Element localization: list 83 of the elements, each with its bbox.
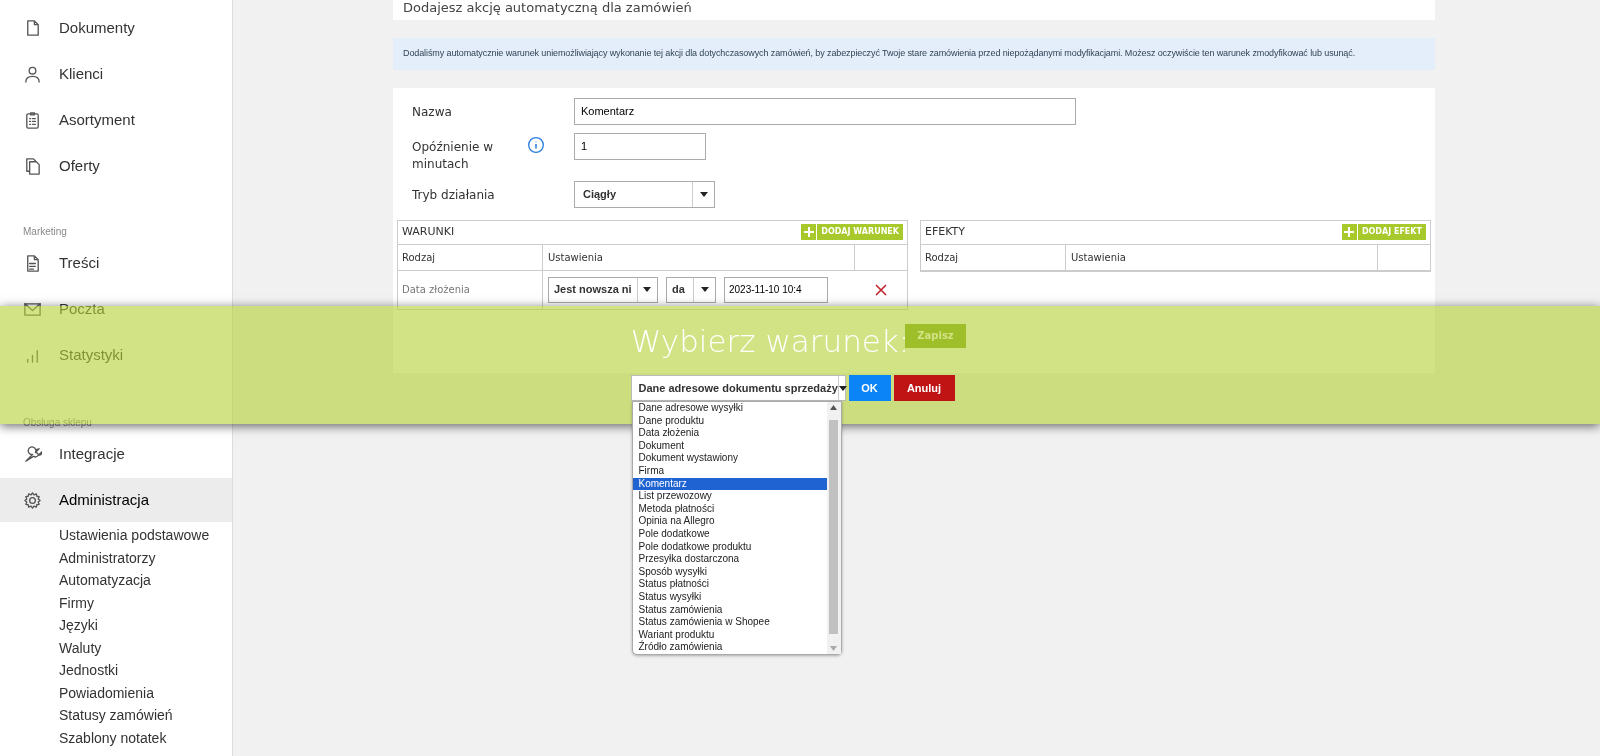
dropdown-option[interactable]: Firma — [632, 464, 827, 478]
submenu-item[interactable]: Automatyzacja — [0, 569, 232, 592]
column-header: Ustawienia — [1071, 250, 1126, 265]
column-header: Rodzaj — [402, 250, 436, 265]
dropdown-option[interactable]: Źródło zamówienia — [632, 641, 827, 654]
dropdown-option[interactable]: Status zamówienia w Shopee — [632, 616, 827, 629]
panel-title: EFEKTY — [925, 223, 966, 240]
condition-select[interactable]: Dane adresowe dokumentu sprzedaży — [630, 375, 846, 401]
submenu-item[interactable]: Powiadomienia — [0, 681, 232, 704]
copies-icon — [23, 156, 42, 176]
column-header: Ustawienia — [548, 250, 603, 265]
dropdown-option[interactable]: List przewozowy — [632, 490, 827, 503]
date-field[interactable]: 2023-11-10 10:4 — [724, 276, 828, 303]
dropdown-option[interactable]: Status płatności — [632, 578, 827, 591]
dropdown-option[interactable]: Sposób wysyłki — [632, 565, 827, 579]
submenu-item[interactable]: Jednostki — [0, 659, 232, 682]
sidebar-item[interactable]: Administracja — [0, 478, 232, 522]
sidebar-item[interactable]: Treści — [0, 241, 232, 285]
scrollbar-thumb[interactable] — [829, 420, 838, 634]
submenu-item[interactable]: Firmy — [0, 591, 232, 614]
dropdown-option[interactable]: Status zamówienia — [632, 603, 827, 617]
sidebar-item[interactable]: Asortyment — [0, 98, 232, 142]
panel-title: WARUNKI — [402, 223, 455, 240]
dropdown-option[interactable]: Status wysyłki — [632, 590, 827, 604]
sidebar-label: Oferty — [59, 155, 100, 176]
dropdown-option[interactable]: Wariant produktu — [632, 628, 827, 642]
submenu-item[interactable]: Ustawienia podstawowe — [0, 524, 232, 547]
sidebar-label: Klienci — [59, 63, 104, 84]
input-field[interactable]: 1 — [574, 132, 706, 160]
submenu-item[interactable]: Statusy zamówień — [0, 704, 232, 727]
sidebar-label: Administracja — [59, 489, 150, 510]
info-icon[interactable] — [527, 135, 545, 154]
dropdown-option[interactable]: Pole dodatkowe produktu — [632, 540, 827, 554]
sidebar-label: Integracje — [59, 443, 125, 464]
plus-icon — [1344, 227, 1355, 237]
submenu-item[interactable]: Waluty — [0, 636, 232, 659]
dropdown-option[interactable]: Pole dodatkowe — [632, 527, 827, 541]
person-icon — [23, 64, 42, 84]
sidebar-item[interactable]: Klienci — [0, 52, 232, 96]
dropdown-option[interactable]: Przesyłka dostarczona — [632, 553, 827, 566]
sidebar-item[interactable]: Integracje — [0, 432, 232, 476]
cancel-button[interactable]: Anuluj — [893, 375, 955, 401]
unit-select[interactable]: da — [666, 276, 716, 303]
sidebar-label: Asortyment — [59, 109, 135, 130]
sidebar-label: Treści — [59, 252, 100, 273]
input-field[interactable]: Komentarz — [574, 97, 1076, 125]
clipboard-icon — [23, 110, 42, 130]
dropdown-option[interactable]: Komentarz — [632, 477, 827, 491]
scroll-up-icon[interactable] — [830, 405, 837, 410]
dropdown-option[interactable]: Metoda płatności — [632, 502, 827, 516]
field-label: Opóźnienie w minutach — [411, 138, 494, 173]
section-heading: Marketing — [22, 225, 68, 239]
caret-icon — [838, 385, 847, 391]
dropdown-option[interactable]: Dane produktu — [632, 414, 827, 428]
submenu-item[interactable]: Administratorzy — [0, 546, 232, 569]
select-field[interactable]: Ciągły — [574, 180, 715, 208]
dropdown-option[interactable]: Dane adresowe wysyłki — [632, 402, 827, 415]
dropdown-option[interactable]: Dokument wystawiony — [632, 452, 827, 465]
sidebar-label: Dokumenty — [59, 17, 135, 38]
column-header: Rodzaj — [925, 250, 959, 265]
scrollbar[interactable] — [826, 402, 841, 654]
caret-icon — [643, 287, 652, 292]
dropdown-option[interactable]: Opinia na Allegro — [632, 515, 827, 528]
field-label: Nazwa — [411, 103, 453, 121]
field-label: Tryb działania — [411, 186, 496, 204]
operator-select[interactable]: Jest nowsza ni — [548, 276, 658, 303]
info-notice: Dodaliśmy automatycznie warunek uniemożliwiający wykonanie tej akcji dla dotychczasowych zamówień, by zabezpieczyć Twoje stare zamówienia przed niepożądanymi modyfikacjami. Możesz oczywiście ten warunek zmodyfikować lub usunąć. — [393, 38, 1435, 70]
sidebar-label: Statystyki — [59, 344, 124, 365]
scroll-down-icon[interactable] — [830, 645, 837, 651]
submenu-item[interactable]: Szablony notatek — [0, 726, 232, 749]
sidebar-item[interactable]: Oferty — [0, 144, 232, 188]
page-title: Dodajesz akcję automatyczną dla zamówień — [393, 0, 1435, 20]
caret-icon — [700, 287, 709, 292]
table-cell-text: Data złożenia — [402, 283, 470, 297]
delete-icon[interactable] — [875, 283, 887, 296]
plus-icon — [803, 227, 814, 237]
submenu-item[interactable]: Języki — [0, 614, 232, 637]
ok-button[interactable]: OK — [848, 375, 891, 401]
dropdown-option[interactable]: Dokument — [632, 439, 827, 453]
caret-icon — [699, 191, 708, 197]
gear-icon — [23, 490, 42, 510]
sidebar-item[interactable]: Dokumenty — [0, 6, 232, 50]
dropdown-option[interactable]: Data złożenia — [632, 427, 827, 440]
